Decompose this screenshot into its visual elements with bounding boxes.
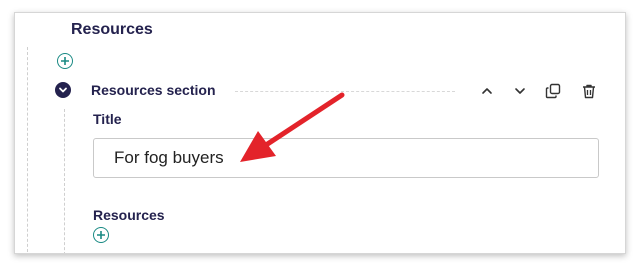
chevron-down-icon: [515, 88, 525, 94]
resources-label: Resources: [93, 207, 165, 223]
page-heading: Resources: [71, 21, 153, 38]
nesting-guide-inner: [64, 109, 65, 253]
move-down-button[interactable]: [510, 81, 530, 101]
title-label: Title: [93, 111, 122, 127]
delete-button[interactable]: [579, 81, 599, 101]
section-title: Resources section: [91, 82, 216, 98]
duplicate-button[interactable]: [543, 81, 563, 101]
plus-circle-icon: [97, 231, 105, 239]
chevron-up-icon: [482, 88, 492, 94]
nesting-guide-outer: [27, 47, 28, 253]
move-up-button[interactable]: [477, 81, 497, 101]
add-resource-button[interactable]: [93, 227, 109, 243]
editor-panel: Resources Resources section Title For fo…: [14, 12, 626, 254]
copy-icon: [545, 83, 561, 99]
plus-circle-icon: [61, 57, 69, 65]
section-divider: [235, 91, 455, 92]
trash-icon: [583, 84, 595, 99]
chevron-down-circle-icon: [59, 87, 67, 93]
title-input[interactable]: [93, 138, 599, 178]
add-section-button[interactable]: [57, 53, 73, 69]
collapse-section-button[interactable]: [55, 82, 71, 98]
